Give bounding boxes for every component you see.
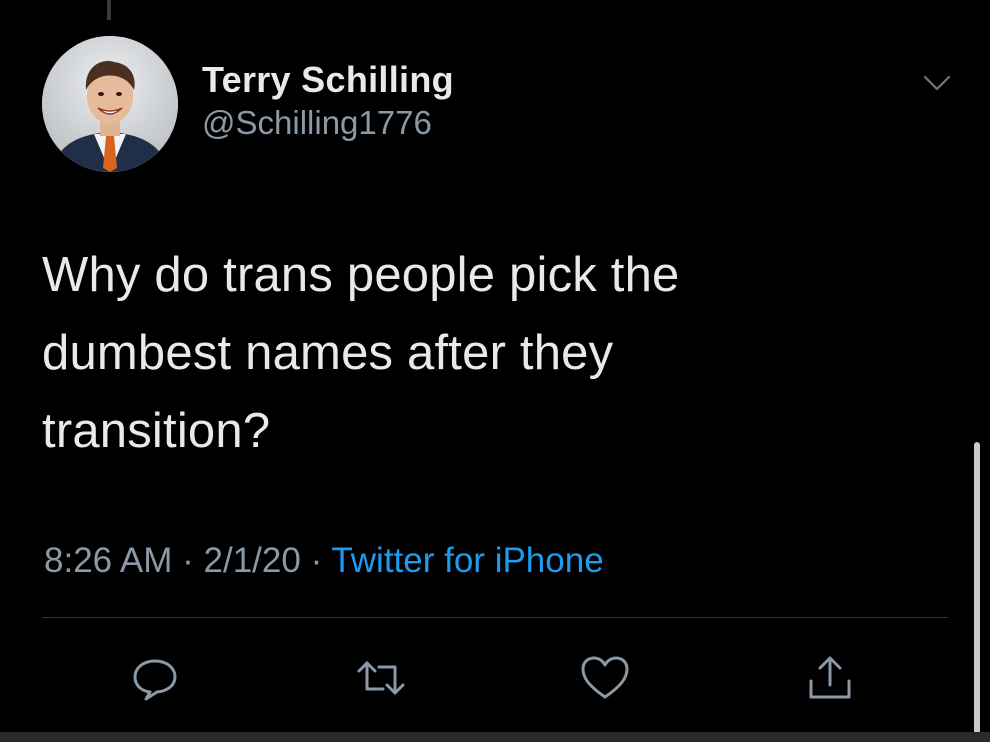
tweet-action-bar — [0, 650, 990, 706]
tweet-text-line: Why do trans people pick the — [42, 248, 680, 302]
tweet-source-link[interactable]: Twitter for iPhone — [331, 541, 603, 580]
share-button[interactable] — [802, 650, 858, 706]
reply-icon — [133, 659, 177, 701]
scrollbar[interactable] — [974, 442, 980, 742]
avatar-photo — [42, 36, 178, 172]
divider — [42, 617, 948, 618]
retweet-button[interactable] — [353, 650, 409, 706]
retweet-icon — [357, 661, 405, 695]
author-handle[interactable]: @Schilling1776 — [202, 102, 454, 144]
avatar[interactable] — [42, 36, 178, 172]
thread-connector-line — [107, 0, 111, 20]
meta-separator: · — [300, 541, 332, 580]
tweet-date: 2/1/20 — [203, 541, 301, 580]
meta-separator: · — [172, 541, 204, 580]
more-options-button[interactable] — [920, 66, 954, 100]
share-icon — [809, 656, 851, 699]
tweet-author[interactable]: Terry Schilling @Schilling1776 — [202, 58, 454, 144]
tweet-metadata: 8:26 AM · 2/1/20 · Twitter for iPhone — [44, 538, 604, 584]
tweet-time: 8:26 AM — [44, 541, 173, 580]
tweet-detail-screen: Terry Schilling @Schilling1776 Why do tr… — [0, 0, 990, 742]
author-display-name[interactable]: Terry Schilling — [202, 58, 454, 102]
bottom-edge-bar — [0, 732, 990, 742]
tweet-text-line: dumbest names after they — [42, 326, 614, 380]
tweet-text-line: transition? — [42, 404, 271, 458]
heart-icon — [581, 656, 629, 699]
chevron-down-icon — [923, 75, 951, 91]
tweet-text: Why do trans people pick the dumbest nam… — [42, 236, 922, 470]
reply-button[interactable] — [127, 650, 183, 706]
like-button[interactable] — [577, 650, 633, 706]
